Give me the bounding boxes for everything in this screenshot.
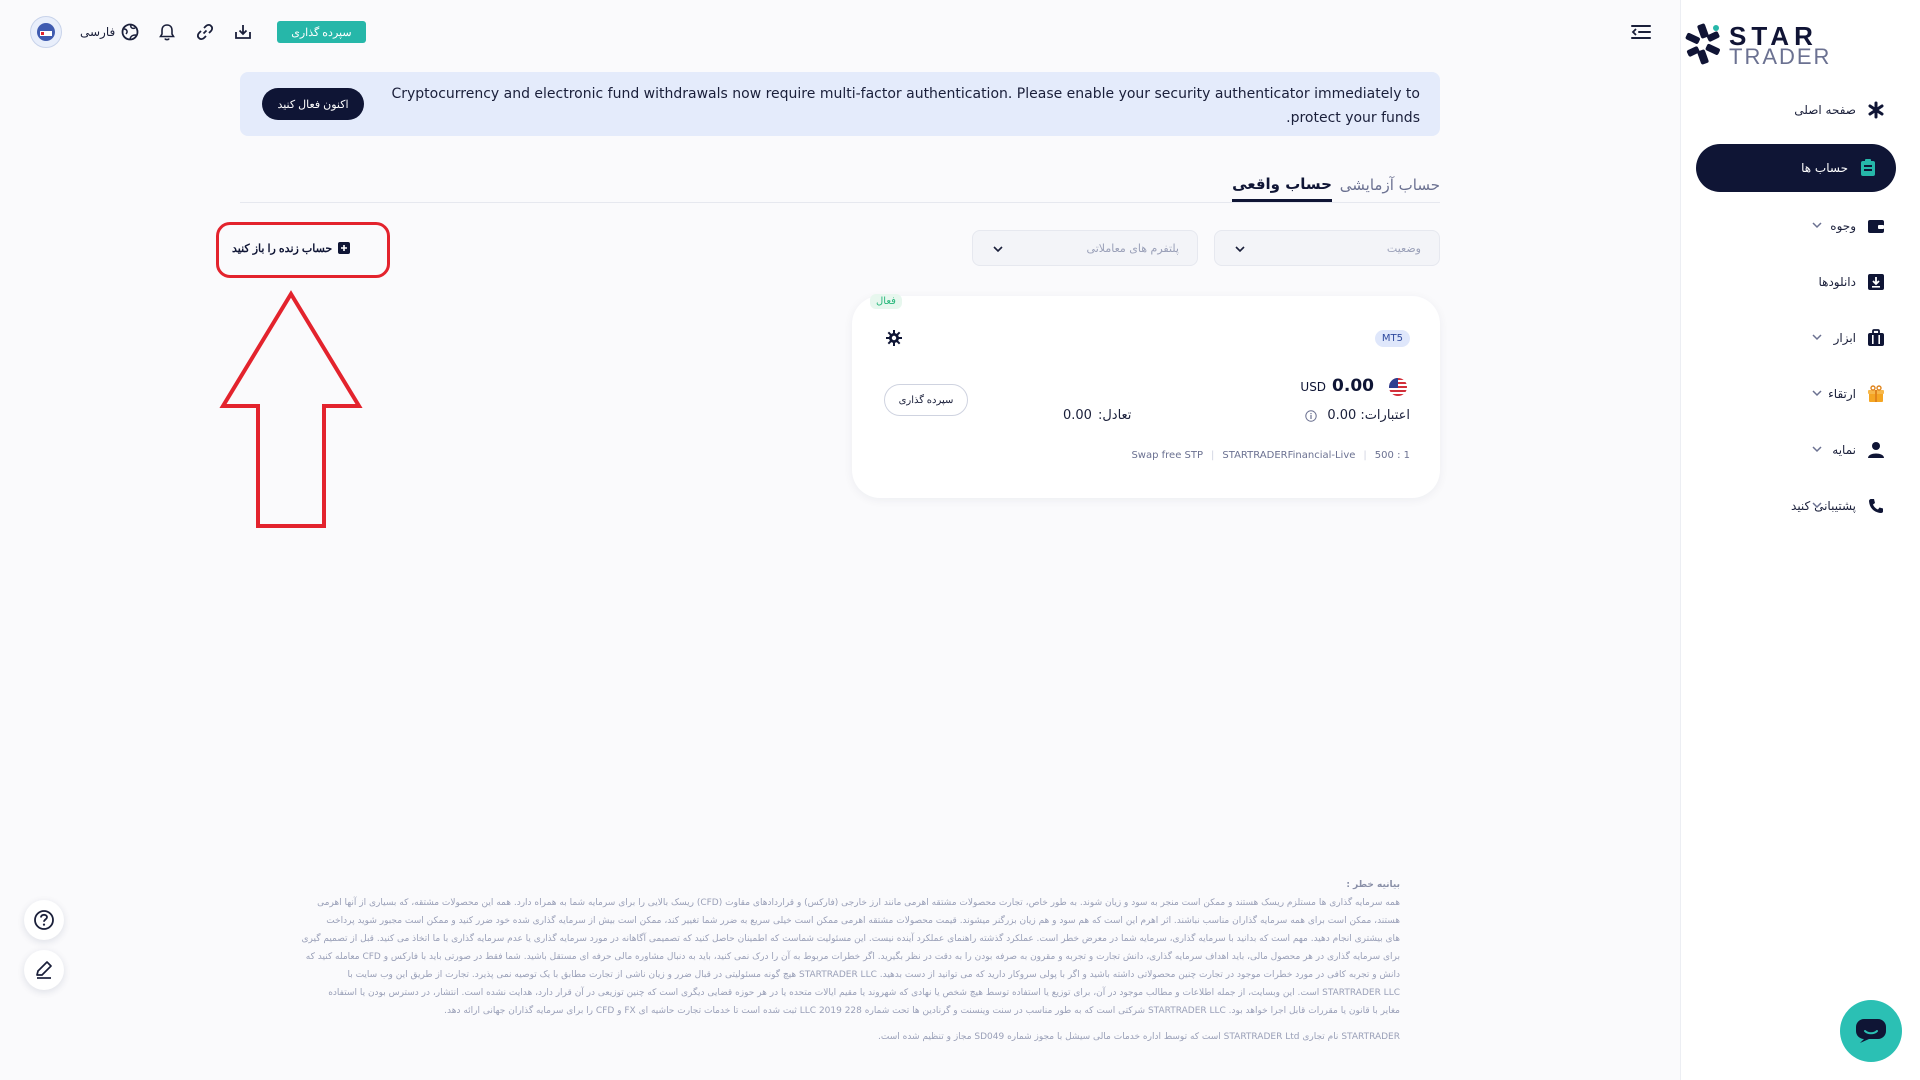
balance-amount: 0.00 [1332, 376, 1374, 396]
sidebar-item-profile[interactable]: نمایه [1680, 422, 1896, 478]
status-filter-select[interactable]: وضعیت [1214, 230, 1440, 266]
deposit-button[interactable]: سپرده گذاری [277, 21, 366, 43]
account-card: فعال MT5 USD 0.00 اعتبارات: 0.00 تعادل: … [852, 294, 1440, 498]
notifications-button[interactable] [157, 22, 177, 42]
briefcase-icon [1866, 328, 1886, 348]
mfa-banner-text: Cryptocurrency and electronic fund withd… [391, 86, 1420, 126]
brand-word-trader: TRADER [1729, 44, 1832, 69]
sidebar-item-tools[interactable]: ابزار [1680, 310, 1896, 366]
sidebar: STAR TRADER صفحه اصلی حساب ها وجوه دانلو… [1680, 0, 1920, 1080]
equity-row: تعادل: 0.00 [1063, 408, 1131, 423]
pen-icon [36, 961, 52, 979]
chevron-down-icon [1812, 390, 1822, 397]
account-deposit-button[interactable]: سپرده گذاری [884, 384, 968, 416]
gift-icon [1866, 384, 1886, 404]
sidebar-item-label: دانلودها [1818, 275, 1856, 289]
user-icon [1866, 440, 1886, 460]
link-icon [197, 23, 214, 41]
account-kind: Swap free STP [1131, 450, 1204, 461]
info-icon[interactable] [1305, 409, 1318, 422]
meta-divider: | [1211, 450, 1215, 461]
sidebar-item-label: ارتقاء [1828, 387, 1856, 401]
risk-disclaimer: بیانیه خطر : همه سرمایه گذاری ها مستلزم … [280, 876, 1400, 1046]
download-app-button[interactable] [233, 22, 253, 42]
equity-label: تعادل: [1097, 408, 1132, 423]
account-meta: 1 : 500 | STARTRADERFinancial-Live | Swa… [1131, 450, 1410, 461]
annotation-arrow-up-icon [219, 290, 363, 528]
bell-icon [159, 24, 176, 41]
credit-label: اعتبارات: [1360, 408, 1410, 423]
sidebar-item-label: حساب ها [1801, 161, 1848, 175]
sidebar-item-label: وجوه [1830, 219, 1856, 233]
topbar-actions: فارسی سپرده گذاری [30, 16, 366, 48]
menu-toggle-icon[interactable] [1630, 22, 1652, 42]
startrader-logo-icon [1685, 23, 1720, 65]
referral-link-button[interactable] [195, 22, 215, 42]
status-filter-placeholder: وضعیت [1386, 241, 1421, 255]
chevron-down-icon [1812, 222, 1822, 229]
chevron-down-icon [1812, 446, 1822, 453]
chevron-down-icon [1235, 246, 1245, 253]
brand-logo[interactable]: STAR TRADER [1685, 20, 1845, 70]
sidebar-item-funds[interactable]: وجوه [1680, 198, 1896, 254]
platform-badge: MT5 [1374, 330, 1410, 347]
sidebar-item-support[interactable]: پشتیبانی کنید [1680, 478, 1896, 534]
chevron-down-icon [993, 246, 1003, 253]
avatar-image-icon [37, 23, 55, 41]
account-leverage: 1 : 500 [1374, 450, 1410, 461]
gear-icon[interactable] [886, 330, 902, 346]
clipboard-icon [1858, 158, 1878, 178]
live-chat-button[interactable] [1840, 1000, 1902, 1062]
asterisk-icon [1866, 100, 1886, 120]
disclaimer-line: برای سرمایه گذاری در هر محصول مالی، باید… [305, 952, 1400, 962]
meta-divider: | [1363, 450, 1367, 461]
sidebar-item-label: ابزار [1833, 331, 1856, 345]
feedback-button[interactable] [24, 950, 64, 990]
chat-bubble-icon [1856, 1019, 1886, 1043]
account-balance: USD 0.00 [1300, 376, 1374, 396]
disclaimer-line: مغایر با قانون یا مقررات قابل اجرا خواهد… [444, 1006, 1400, 1016]
globe-icon [121, 23, 139, 41]
disclaimer-title: بیانیه خطر : [1346, 880, 1400, 890]
platform-filter-select[interactable]: پلتفرم های معاملاتی [972, 230, 1198, 266]
status-badge: فعال [870, 294, 902, 309]
activate-now-button[interactable]: اکنون فعال کنید [262, 88, 364, 120]
language-switcher[interactable]: فارسی [80, 23, 139, 41]
wallet-icon [1866, 216, 1886, 236]
language-label: فارسی [80, 25, 116, 39]
account-tabs: حساب آزمایشی حساب واقعی [240, 168, 1440, 203]
tab-real-account[interactable]: حساب واقعی [1232, 168, 1332, 202]
disclaimer-line: هستند، ممکن است برای همه سرمایه گذاران م… [326, 916, 1400, 926]
chevron-down-icon [1812, 334, 1822, 341]
avatar[interactable] [30, 16, 62, 48]
credit-value: 0.00 [1327, 408, 1357, 423]
phone-icon [1866, 496, 1886, 516]
chevron-down-icon [1812, 502, 1822, 509]
sidebar-item-downloads[interactable]: دانلودها [1680, 254, 1896, 310]
sidebar-nav: صفحه اصلی حساب ها وجوه دانلودها ابزار ار… [1680, 82, 1920, 534]
tab-demo-account[interactable]: حساب آزمایشی [1340, 168, 1440, 202]
download-tray-icon [235, 25, 252, 39]
disclaimer-line: دانش و تجربه کافی در مورد خطرات موجود در… [347, 970, 1400, 980]
account-server: STARTRADERFinancial-Live [1222, 450, 1356, 461]
download-icon [1866, 272, 1886, 292]
disclaimer-line: های بیشتری انجام دهید. مهم است که بدانید… [301, 934, 1400, 944]
sidebar-item-upgrade[interactable]: ارتقاء [1680, 366, 1896, 422]
question-circle-icon [34, 910, 54, 930]
annotation-highlight-ring [216, 222, 390, 278]
sidebar-item-label: صفحه اصلی [1794, 103, 1856, 117]
sidebar-item-label: نمایه [1832, 443, 1856, 457]
credit-row: اعتبارات: 0.00 [1303, 408, 1410, 423]
platform-filter-placeholder: پلتفرم های معاملاتی [1086, 241, 1179, 255]
equity-value: 0.00 [1063, 408, 1092, 423]
disclaimer-line: STARTRADER LLC است. این وبسایت، از جمله … [328, 988, 1400, 998]
disclaimer-line: همه سرمایه گذاری ها مستلزم ریسک هستند و … [317, 898, 1400, 908]
help-button[interactable] [24, 900, 64, 940]
balance-currency: USD [1300, 380, 1327, 394]
mfa-banner: Cryptocurrency and electronic fund withd… [240, 72, 1440, 136]
sidebar-item-home[interactable]: صفحه اصلی [1680, 82, 1896, 138]
sidebar-item-accounts[interactable]: حساب ها [1696, 144, 1896, 192]
us-flag-icon [1389, 378, 1407, 396]
disclaimer-footer: STARTRADER نام تجاری STARTRADER Ltd است … [878, 1032, 1400, 1042]
